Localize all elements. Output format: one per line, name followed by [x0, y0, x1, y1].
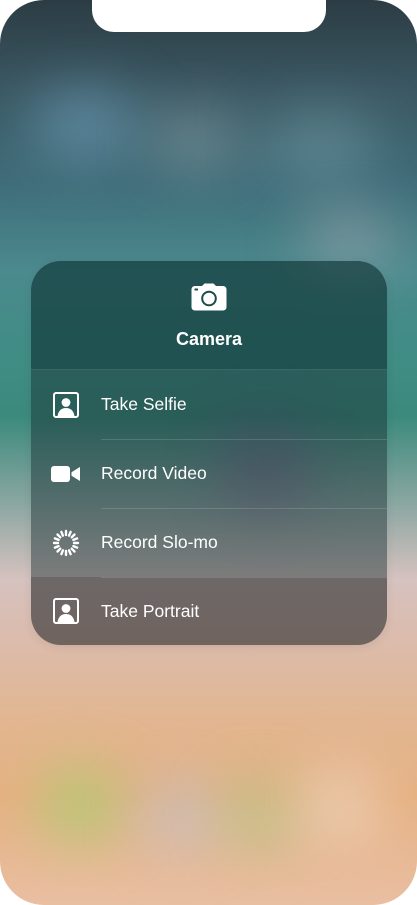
menu-item-label: Take Portrait	[101, 600, 200, 621]
menu-item-label: Take Selfie	[101, 394, 187, 414]
menu-title: Camera	[175, 329, 243, 349]
video-camera-icon	[31, 439, 101, 508]
menu-item-label: Record Slo-mo	[101, 532, 218, 552]
camera-icon	[191, 283, 227, 311]
menu-item-take-portrait[interactable]: Take Portrait	[31, 577, 387, 645]
device-notch	[92, 0, 326, 32]
menu-item-record-slo-mo[interactable]: Record Slo-mo	[31, 508, 387, 577]
home-screen-background: Camera Take Selfie Record Video Record S…	[0, 0, 417, 905]
slo-mo-icon	[31, 508, 101, 577]
portrait-icon	[31, 577, 101, 646]
menu-item-label: Record Video	[101, 463, 207, 483]
menu-header: Camera	[31, 261, 387, 370]
camera-quick-actions-menu: Camera Take Selfie Record Video Record S…	[31, 261, 387, 645]
selfie-portrait-icon	[31, 370, 101, 439]
menu-item-record-video[interactable]: Record Video	[31, 439, 387, 508]
menu-item-take-selfie[interactable]: Take Selfie	[31, 370, 387, 439]
